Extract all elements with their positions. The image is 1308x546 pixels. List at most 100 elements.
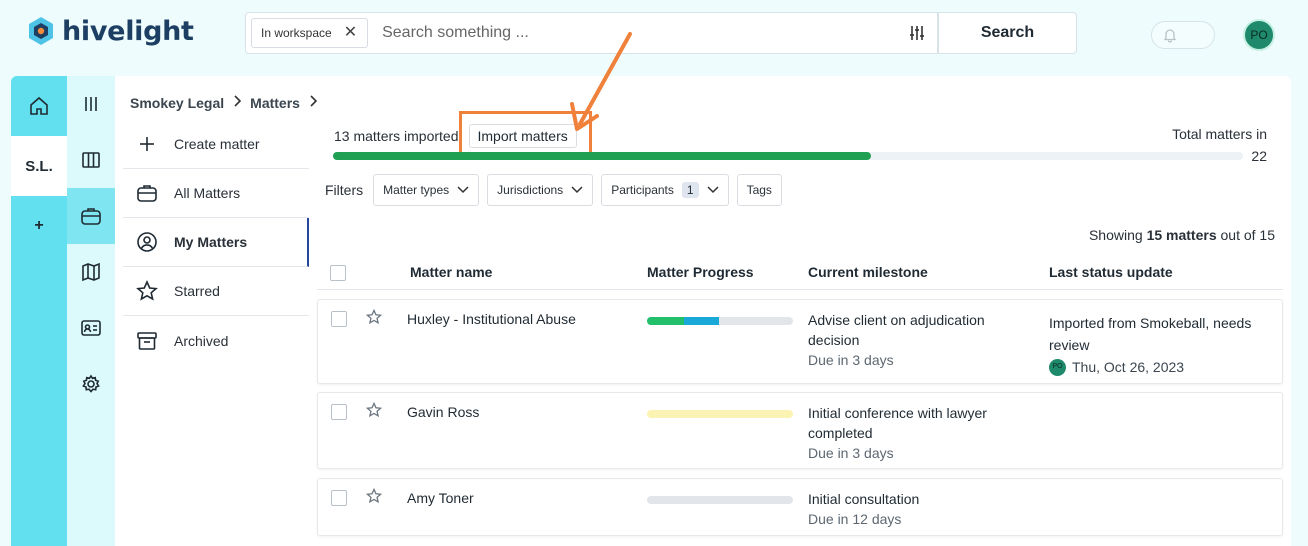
row-checkbox[interactable] xyxy=(331,311,347,327)
matter-name[interactable]: Amy Toner xyxy=(407,490,474,506)
user-circle-icon xyxy=(136,231,158,253)
nav-starred[interactable]: Starred xyxy=(123,267,309,316)
current-milestone: Initial consultation Due in 12 days xyxy=(808,489,1028,529)
search-scope-chip[interactable]: In workspace ✕ xyxy=(251,18,369,48)
search-scope-label: In workspace xyxy=(261,26,332,40)
matter-progress-bar xyxy=(647,496,793,504)
section-rail xyxy=(67,76,115,546)
status-meta: PO Thu, Oct 26, 2023 xyxy=(1049,356,1274,378)
archive-icon xyxy=(136,330,158,352)
milestone-due: Due in 12 days xyxy=(808,511,902,527)
row-checkbox[interactable] xyxy=(331,404,347,420)
status-date: Thu, Oct 26, 2023 xyxy=(1072,359,1185,375)
progress-segment xyxy=(683,317,719,325)
add-workspace-button[interactable]: + xyxy=(11,196,67,256)
matter-name[interactable]: Huxley - Institutional Abuse xyxy=(407,311,576,327)
columns-toggle-icon xyxy=(85,97,97,111)
chevron-down-icon xyxy=(571,183,583,197)
matters-nav: Create matter All Matters My Matters Sta… xyxy=(123,120,309,365)
star-icon[interactable] xyxy=(365,487,383,507)
chevron-down-icon xyxy=(707,183,719,197)
column-matter-progress[interactable]: Matter Progress xyxy=(647,264,754,280)
showing-suffix: out of 15 xyxy=(1220,227,1276,243)
contacts-button[interactable] xyxy=(67,300,115,356)
total-matters-value: 22 xyxy=(1251,148,1267,164)
breadcrumb: Smokey Legal Matters xyxy=(130,94,318,111)
chevron-right-icon xyxy=(308,94,318,111)
briefcase-icon xyxy=(136,182,158,204)
matters-button[interactable] xyxy=(67,188,115,244)
map-icon xyxy=(82,262,100,282)
filter-label: Matter types xyxy=(383,183,450,197)
bell-icon xyxy=(1163,29,1177,43)
table-row[interactable]: Gavin Ross Initial conference with lawye… xyxy=(317,392,1283,469)
nav-all-matters[interactable]: All Matters xyxy=(123,169,309,218)
current-milestone: Initial conference with lawyer completed… xyxy=(808,403,1028,463)
column-current-milestone[interactable]: Current milestone xyxy=(808,264,928,280)
nav-my-matters[interactable]: My Matters xyxy=(123,218,309,267)
milestone-due: Due in 3 days xyxy=(808,445,894,461)
matter-name[interactable]: Gavin Ross xyxy=(407,404,479,420)
matter-progress-bar xyxy=(647,410,793,418)
settings-button[interactable] xyxy=(67,356,115,412)
sliders-icon[interactable] xyxy=(897,24,937,42)
progress-segment xyxy=(647,317,684,325)
milestone-title: Advise client on adjudication decision xyxy=(808,312,985,348)
star-icon xyxy=(136,280,158,302)
nav-label: Archived xyxy=(174,332,229,349)
briefcase-icon xyxy=(81,208,101,225)
row-checkbox[interactable] xyxy=(331,490,347,506)
annotation-arrow xyxy=(570,32,632,131)
board-button[interactable] xyxy=(67,132,115,188)
workspace-label: S.L. xyxy=(25,157,53,175)
star-icon[interactable] xyxy=(365,308,383,328)
nav-create-matter[interactable]: Create matter xyxy=(123,120,309,169)
chevron-down-icon xyxy=(457,183,469,197)
showing-count: Showing 15 matters out of 15 xyxy=(1089,227,1275,243)
table-header: Matter name Matter Progress Current mile… xyxy=(317,260,1283,290)
column-matter-name[interactable]: Matter name xyxy=(410,264,492,280)
showing-bold: 15 matters xyxy=(1146,227,1217,243)
user-avatar[interactable]: PO xyxy=(1243,19,1275,51)
avatar: PO xyxy=(1049,358,1066,376)
star-icon[interactable] xyxy=(365,401,383,421)
filters-bar: Filters Matter types Jurisdictions Parti… xyxy=(325,174,782,206)
table-row[interactable]: Amy Toner Initial consultation Due in 12… xyxy=(317,478,1283,536)
notifications-toggle[interactable] xyxy=(1151,21,1215,49)
nav-label: Starred xyxy=(174,283,220,299)
filter-matter-types[interactable]: Matter types xyxy=(373,174,480,206)
breadcrumb-workspace[interactable]: Smokey Legal xyxy=(130,95,224,111)
workspace-button[interactable]: S.L. xyxy=(11,136,67,196)
filter-label: Tags xyxy=(746,183,772,197)
home-button[interactable] xyxy=(11,76,67,136)
chevron-right-icon xyxy=(232,94,242,111)
filter-jurisdictions[interactable]: Jurisdictions xyxy=(487,174,594,206)
board-icon xyxy=(82,152,100,168)
breadcrumb-matters[interactable]: Matters xyxy=(250,95,300,111)
milestone-due: Due in 3 days xyxy=(808,352,894,368)
select-all-checkbox[interactable] xyxy=(330,265,346,281)
plus-icon: + xyxy=(34,217,44,234)
hivelight-logo[interactable]: hivelight xyxy=(26,15,194,47)
gear-icon xyxy=(82,374,100,393)
hivelight-logo-icon xyxy=(29,17,53,45)
import-progress-fill xyxy=(333,152,871,160)
map-button[interactable] xyxy=(67,244,115,300)
filter-tags[interactable]: Tags xyxy=(736,174,782,206)
status-text: Imported from Smokeball, needs review xyxy=(1049,315,1252,353)
main-panel: Smokey Legal Matters Create matter All M… xyxy=(115,76,1291,546)
nav-label: Create matter xyxy=(174,136,260,152)
import-progress-bar xyxy=(333,152,1243,160)
collapse-button[interactable] xyxy=(67,76,115,132)
filter-label: Participants xyxy=(611,183,674,197)
nav-archived[interactable]: Archived xyxy=(123,316,309,365)
last-status-update: Imported from Smokeball, needs review PO… xyxy=(1049,312,1274,378)
filter-participants[interactable]: Participants 1 xyxy=(601,174,729,206)
nav-label: My Matters xyxy=(174,234,248,250)
column-last-status-update[interactable]: Last status update xyxy=(1049,264,1173,280)
table-row[interactable]: Huxley - Institutional Abuse Advise clie… xyxy=(317,299,1283,384)
plus-icon xyxy=(136,133,158,155)
close-icon[interactable]: ✕ xyxy=(344,25,357,41)
workspace-rail: S.L. + xyxy=(11,76,67,546)
search-button[interactable]: Search xyxy=(938,12,1077,54)
